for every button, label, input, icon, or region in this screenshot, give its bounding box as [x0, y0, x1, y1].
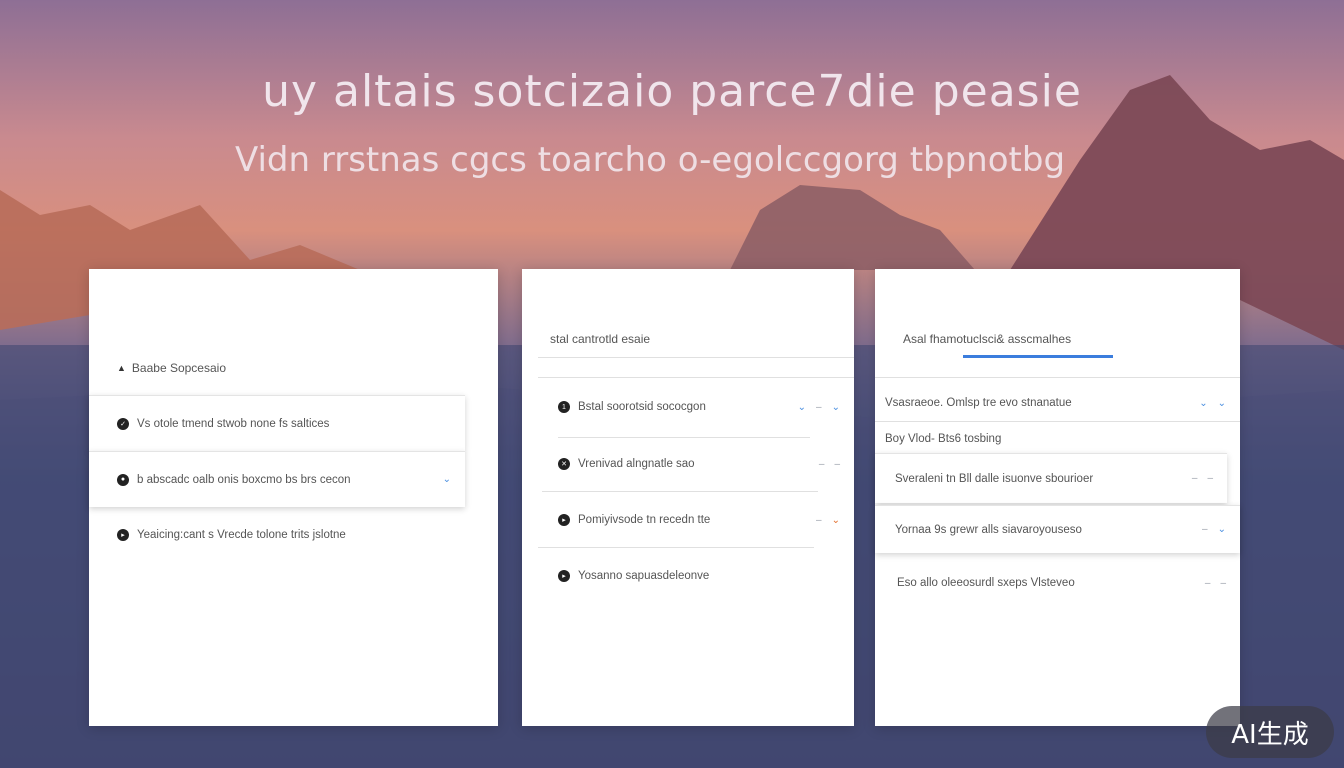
row-actions: ⌄ [443, 474, 451, 485]
panel-header: stal cantrotld esaie [550, 332, 650, 346]
dash-icon: – [816, 401, 822, 413]
row-actions: – – [1205, 578, 1226, 589]
chevron-icon[interactable]: ⌄ [443, 474, 451, 485]
bullet-icon: ▲ [117, 363, 126, 373]
chevron-icon[interactable]: ⌄ [1218, 524, 1226, 535]
list-item[interactable]: ▸ Yeaicing:cant s Vrecde tolone trits js… [117, 525, 346, 545]
list-item[interactable]: ▸ Yosanno sapuasdeleonve [558, 566, 710, 586]
dash-icon: – [1191, 473, 1198, 484]
hero-subtitle: Vidn rrstnas cgcs toarcho o-egolccgorg t… [234, 140, 1066, 180]
list-item[interactable]: ▸ Pomiyivsode tn recedn tte – ⌄ [558, 510, 854, 530]
list-item-label: Vs otole tmend stwob none fs saltices [137, 417, 330, 430]
status-icon: ▸ [558, 514, 570, 526]
list-item[interactable]: ✕ Vrenivad alngnatle sao – – [558, 454, 854, 474]
list-item[interactable]: Eso allo oleeosurdl sxeps Vlsteveo – – [897, 573, 1240, 593]
dash-icon: – [816, 514, 822, 526]
settings-panel-2: stal cantrotld esaie 1 Bstal soorotsid s… [522, 269, 854, 726]
dash-icon: – [1220, 577, 1226, 589]
list-item[interactable]: ✓ Vs otole tmend stwob none fs saltices [89, 395, 465, 451]
status-icon: ▸ [117, 529, 129, 541]
panel-header: ▲ Baabe Sopcesaio [117, 361, 226, 375]
list-item-label: b abscadc oalb onis boxcmo bs brs cecon [137, 473, 351, 486]
dash-icon: – [818, 458, 825, 470]
divider [558, 437, 810, 438]
row-actions: – ⌄ [816, 515, 840, 526]
status-icon: ✓ [117, 417, 129, 430]
status-icon: ✕ [558, 458, 570, 470]
list-item-label: Bstal soorotsid sococgon [578, 401, 706, 413]
list-item[interactable]: Yornaa 9s grewr alls siavaroyouseso – ⌄ [875, 505, 1240, 553]
row-actions: – – [819, 459, 840, 470]
status-icon: ▸ [558, 570, 570, 582]
chevron-icon[interactable]: ⌄ [1199, 398, 1207, 409]
panel-title: Asal fhamotuclsci& asscmalhes [903, 332, 1072, 346]
status-icon: 1 [558, 401, 570, 413]
divider [875, 377, 1240, 378]
panel-title: stal cantrotld esaie [550, 332, 651, 346]
list-item-label: Sveraleni tn Bll dalle isuonve sbourioer [895, 472, 1094, 485]
list-item-label: Yornaa 9s grewr alls siavaroyouseso [895, 523, 1082, 536]
list-item-label: Boy Vlod- Bts6 tosbing [885, 433, 1002, 445]
settings-panel-3: Asal fhamotuclsci& asscmalhes Vsasraeoe.… [875, 269, 1240, 726]
panel-title: Baabe Sopcesaio [131, 361, 226, 375]
panel-header: Asal fhamotuclsci& asscmalhes [903, 332, 1071, 346]
dash-icon: – [834, 458, 840, 470]
list-item[interactable]: ● b abscadc oalb onis boxcmo bs brs ceco… [89, 451, 465, 507]
active-tab-indicator[interactable] [963, 355, 1113, 358]
settings-panel-1: ▲ Baabe Sopcesaio ✓ Vs otole tmend stwob… [89, 269, 498, 726]
chevron-icon[interactable]: ⌄ [832, 402, 840, 413]
status-icon: ● [117, 473, 129, 486]
list-item-label: Vrenivad alngnatle sao [578, 458, 695, 470]
chevron-icon[interactable]: ⌄ [798, 402, 806, 413]
divider [538, 377, 854, 378]
dash-icon: – [1204, 577, 1211, 589]
list-item[interactable]: Vsasraeoe. Omlsp tre evo stnanatue ⌄ ⌄ [885, 393, 1240, 413]
dash-icon: – [1202, 524, 1208, 535]
chevron-icon[interactable]: ⌄ [832, 515, 840, 526]
ai-generated-badge: AI生成 [1206, 706, 1334, 758]
list-item[interactable]: Sveraleni tn Bll dalle isuonve sbourioer… [875, 453, 1227, 503]
hero-title: uy altais sotcizaio parce7die peasie [262, 66, 1082, 117]
list-item-label: Yeaicing:cant s Vrecde tolone trits jslo… [137, 529, 346, 541]
row-actions: ⌄ ⌄ [1199, 398, 1226, 409]
list-item-label: Eso allo oleeosurdl sxeps Vlsteveo [897, 577, 1075, 589]
row-actions: – – [1192, 473, 1213, 484]
chevron-icon[interactable]: ⌄ [1218, 398, 1226, 409]
row-actions: ⌄ – ⌄ [798, 402, 840, 413]
dash-icon: – [1207, 473, 1213, 484]
divider [542, 491, 818, 492]
divider [538, 357, 854, 358]
list-item[interactable]: Boy Vlod- Bts6 tosbing [885, 429, 1002, 449]
divider [875, 421, 1240, 422]
divider [538, 547, 814, 548]
list-item-label: Pomiyivsode tn recedn tte [578, 514, 711, 526]
list-item-label: Yosanno sapuasdeleonve [578, 570, 710, 582]
row-actions: – ⌄ [1202, 524, 1226, 535]
list-item[interactable]: 1 Bstal soorotsid sococgon ⌄ – ⌄ [558, 397, 854, 417]
list-item-label: Vsasraeoe. Omlsp tre evo stnanatue [885, 397, 1072, 409]
